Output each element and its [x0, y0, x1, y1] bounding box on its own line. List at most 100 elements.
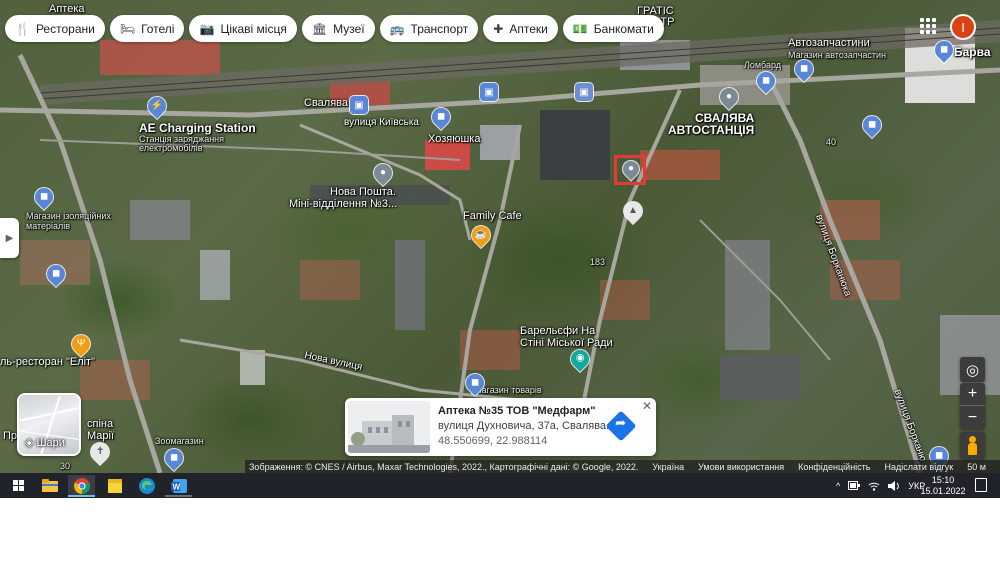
bus-stop-pin-2[interactable]: ▣ — [575, 83, 593, 101]
word-icon: W — [170, 478, 187, 493]
category-chip-label: Аптеки — [509, 21, 548, 36]
shopping-bag-icon: ◼ — [436, 111, 446, 122]
account-avatar[interactable]: І — [950, 14, 976, 40]
my-location-button[interactable]: ◎ — [960, 357, 985, 382]
layers-button[interactable]: ◈ Шари — [17, 393, 81, 456]
taskbar-sticky-notes[interactable] — [101, 475, 128, 496]
selected-place-marker[interactable]: ● — [614, 155, 646, 185]
map-label-family-cafe[interactable]: Family Cafe — [463, 210, 522, 222]
map-scale[interactable]: 50 м — [967, 462, 986, 472]
close-card-button[interactable]: ✕ — [641, 400, 653, 412]
map-label-nova-poshta-1[interactable]: Нова Пошта. — [330, 186, 396, 198]
directions-button[interactable]: ➦ — [605, 410, 637, 442]
google-apps-icon[interactable] — [920, 18, 936, 34]
sticky-note-icon — [107, 478, 122, 493]
taskbar-file-explorer[interactable] — [36, 475, 63, 496]
map-label-hoziaiushka[interactable]: Хозяюшка — [428, 133, 480, 145]
shopping-bag-icon: ◼ — [169, 452, 179, 463]
category-chip-bus[interactable]: 🚌 Транспорт — [379, 15, 479, 42]
category-chips: 🍴 Ресторани 🛏 Готелі 📷 Цікаві місця 🏛 Музеї 🚌 Тра… — [5, 15, 664, 42]
terms-link[interactable]: Умови використання — [698, 462, 784, 472]
camera-icon: 📷 — [199, 21, 215, 36]
map-label-zoomahazyn[interactable]: Зоомагазин — [155, 436, 204, 446]
layers-icon: ◈ — [25, 437, 34, 449]
selected-place-pin[interactable]: ● — [619, 157, 643, 181]
map-label-lombard[interactable]: Ломбард — [744, 60, 781, 70]
clock-time: 15:10 — [931, 475, 955, 485]
screen: ГРАТІС ЦЕНТР Аптека Автозапчастини Магаз… — [0, 0, 1000, 498]
send-feedback-link[interactable]: Надіслати відгук — [884, 462, 953, 472]
category-chip-camera[interactable]: 📷 Цікаві місця — [189, 15, 297, 42]
windows-logo-icon — [13, 480, 24, 491]
svg-text:W: W — [172, 482, 180, 491]
category-chip-bed[interactable]: 🛏 Готелі — [109, 15, 185, 42]
bus-stop-pin-1[interactable]: ▣ — [480, 83, 498, 101]
bus-icon: ▣ — [484, 86, 494, 98]
category-chip-label: Банкомати — [593, 21, 654, 36]
map-attribution-bar: Зображення: © CNES / Airbus, Maxar Techn… — [245, 460, 1000, 473]
map-label-spina-1[interactable]: спіна — [87, 418, 113, 430]
street-view-pegman-button[interactable] — [960, 432, 985, 459]
map-label-spina-2[interactable]: Марії — [87, 430, 114, 442]
chrome-icon — [73, 477, 90, 494]
map-label-kyivska-street: вулиця Київська — [344, 117, 419, 128]
map-label-barelefy-2[interactable]: Стіні Міської Ради — [520, 337, 613, 349]
category-chip-museum[interactable]: 🏛 Музеї — [301, 15, 375, 42]
category-chip-label: Цікаві місця — [220, 21, 287, 36]
place-photo[interactable] — [348, 401, 430, 453]
map-label-svaliava[interactable]: Свалява — [304, 97, 348, 109]
map-label-nova-poshta-2[interactable]: Міні-відділення №3... — [289, 198, 397, 210]
shopping-bag-icon: ◼ — [799, 63, 809, 74]
notification-center-icon[interactable] — [975, 478, 987, 492]
taskbar-word[interactable]: W — [165, 475, 192, 496]
category-chip-label: Ресторани — [35, 21, 95, 36]
map-label-pr[interactable]: Пр — [3, 430, 17, 442]
map-label-charging-sub2: електромобілів — [139, 143, 203, 153]
place-address: вулиця Духновича, 37а, Свалява... — [438, 420, 616, 432]
network-wifi-icon[interactable] — [868, 481, 880, 491]
battery-icon[interactable] — [848, 481, 861, 490]
map-label-apteka[interactable]: Аптека — [49, 3, 85, 15]
map-label-barva[interactable]: Барва — [954, 45, 991, 59]
category-chip-atm[interactable]: 💵 Банкомати — [562, 15, 664, 42]
map-label-izoliatsiini-1[interactable]: Магазин ізоляційних — [26, 211, 111, 221]
zoom-out-button[interactable]: − — [960, 406, 985, 429]
map-label-charging-station[interactable]: AE Charging Station — [139, 121, 256, 135]
map-label-avtostantsiia-2[interactable]: АВТОСТАНЦІЯ — [668, 123, 754, 137]
zoom-in-button[interactable]: + — [960, 383, 985, 406]
category-chip-label: Музеї — [333, 21, 365, 36]
start-button[interactable] — [5, 475, 32, 496]
show-hidden-icons-button[interactable]: ^ — [836, 481, 840, 491]
map-label-avtozapchastyny[interactable]: Автозапчастини — [788, 37, 870, 49]
layers-label-group: ◈ Шари — [25, 436, 65, 450]
word-open-indicator — [165, 495, 192, 497]
place-title[interactable]: Аптека №35 ТОВ "Медфарм" — [438, 405, 595, 417]
category-chip-pharmacy[interactable]: ✚ Аптеки — [483, 15, 558, 42]
map-label-magazyn-tovariv[interactable]: Магазин товарів — [474, 385, 542, 395]
taskbar-edge[interactable] — [133, 475, 160, 496]
bus-icon: 🚌 — [389, 21, 405, 36]
map-label-izoliatsiini-2[interactable]: матеріалів — [26, 221, 70, 231]
plug-icon: ⚡ — [150, 100, 164, 112]
cross-icon: ✝ — [95, 446, 105, 458]
taskbar-chrome[interactable] — [68, 475, 95, 496]
place-icon: ● — [379, 167, 387, 179]
country-link[interactable]: Україна — [652, 462, 684, 472]
privacy-link[interactable]: Конфіденційність — [798, 462, 870, 472]
volume-icon[interactable] — [888, 480, 900, 491]
taskbar-clock[interactable]: 15:10 15.01.2022 — [918, 475, 968, 497]
shopping-bag-icon: ◼ — [39, 191, 49, 202]
map-label-elit[interactable]: ль-ресторан "Еліт" — [0, 356, 95, 368]
place-icon: ● — [627, 163, 635, 175]
category-chip-fork-knife[interactable]: 🍴 Ресторани — [5, 15, 105, 42]
expand-side-panel-button[interactable]: ▶ — [0, 218, 19, 258]
atm-icon: 💵 — [572, 21, 588, 36]
fork-knife-icon: Ψ — [76, 338, 86, 350]
map-label-barelefy-1[interactable]: Барельєфи На — [520, 325, 595, 337]
place-info-card[interactable]: Аптека №35 ТОВ "Медфарм" вулиця Духнович… — [345, 398, 656, 456]
system-tray: ^ УКР — [836, 473, 925, 498]
train-icon: ▣ — [354, 99, 364, 111]
coffee-cup-icon: ☕ — [474, 229, 488, 241]
train-station-pin[interactable]: ▣ — [350, 96, 368, 114]
shopping-bag-icon: ◼ — [867, 119, 877, 130]
